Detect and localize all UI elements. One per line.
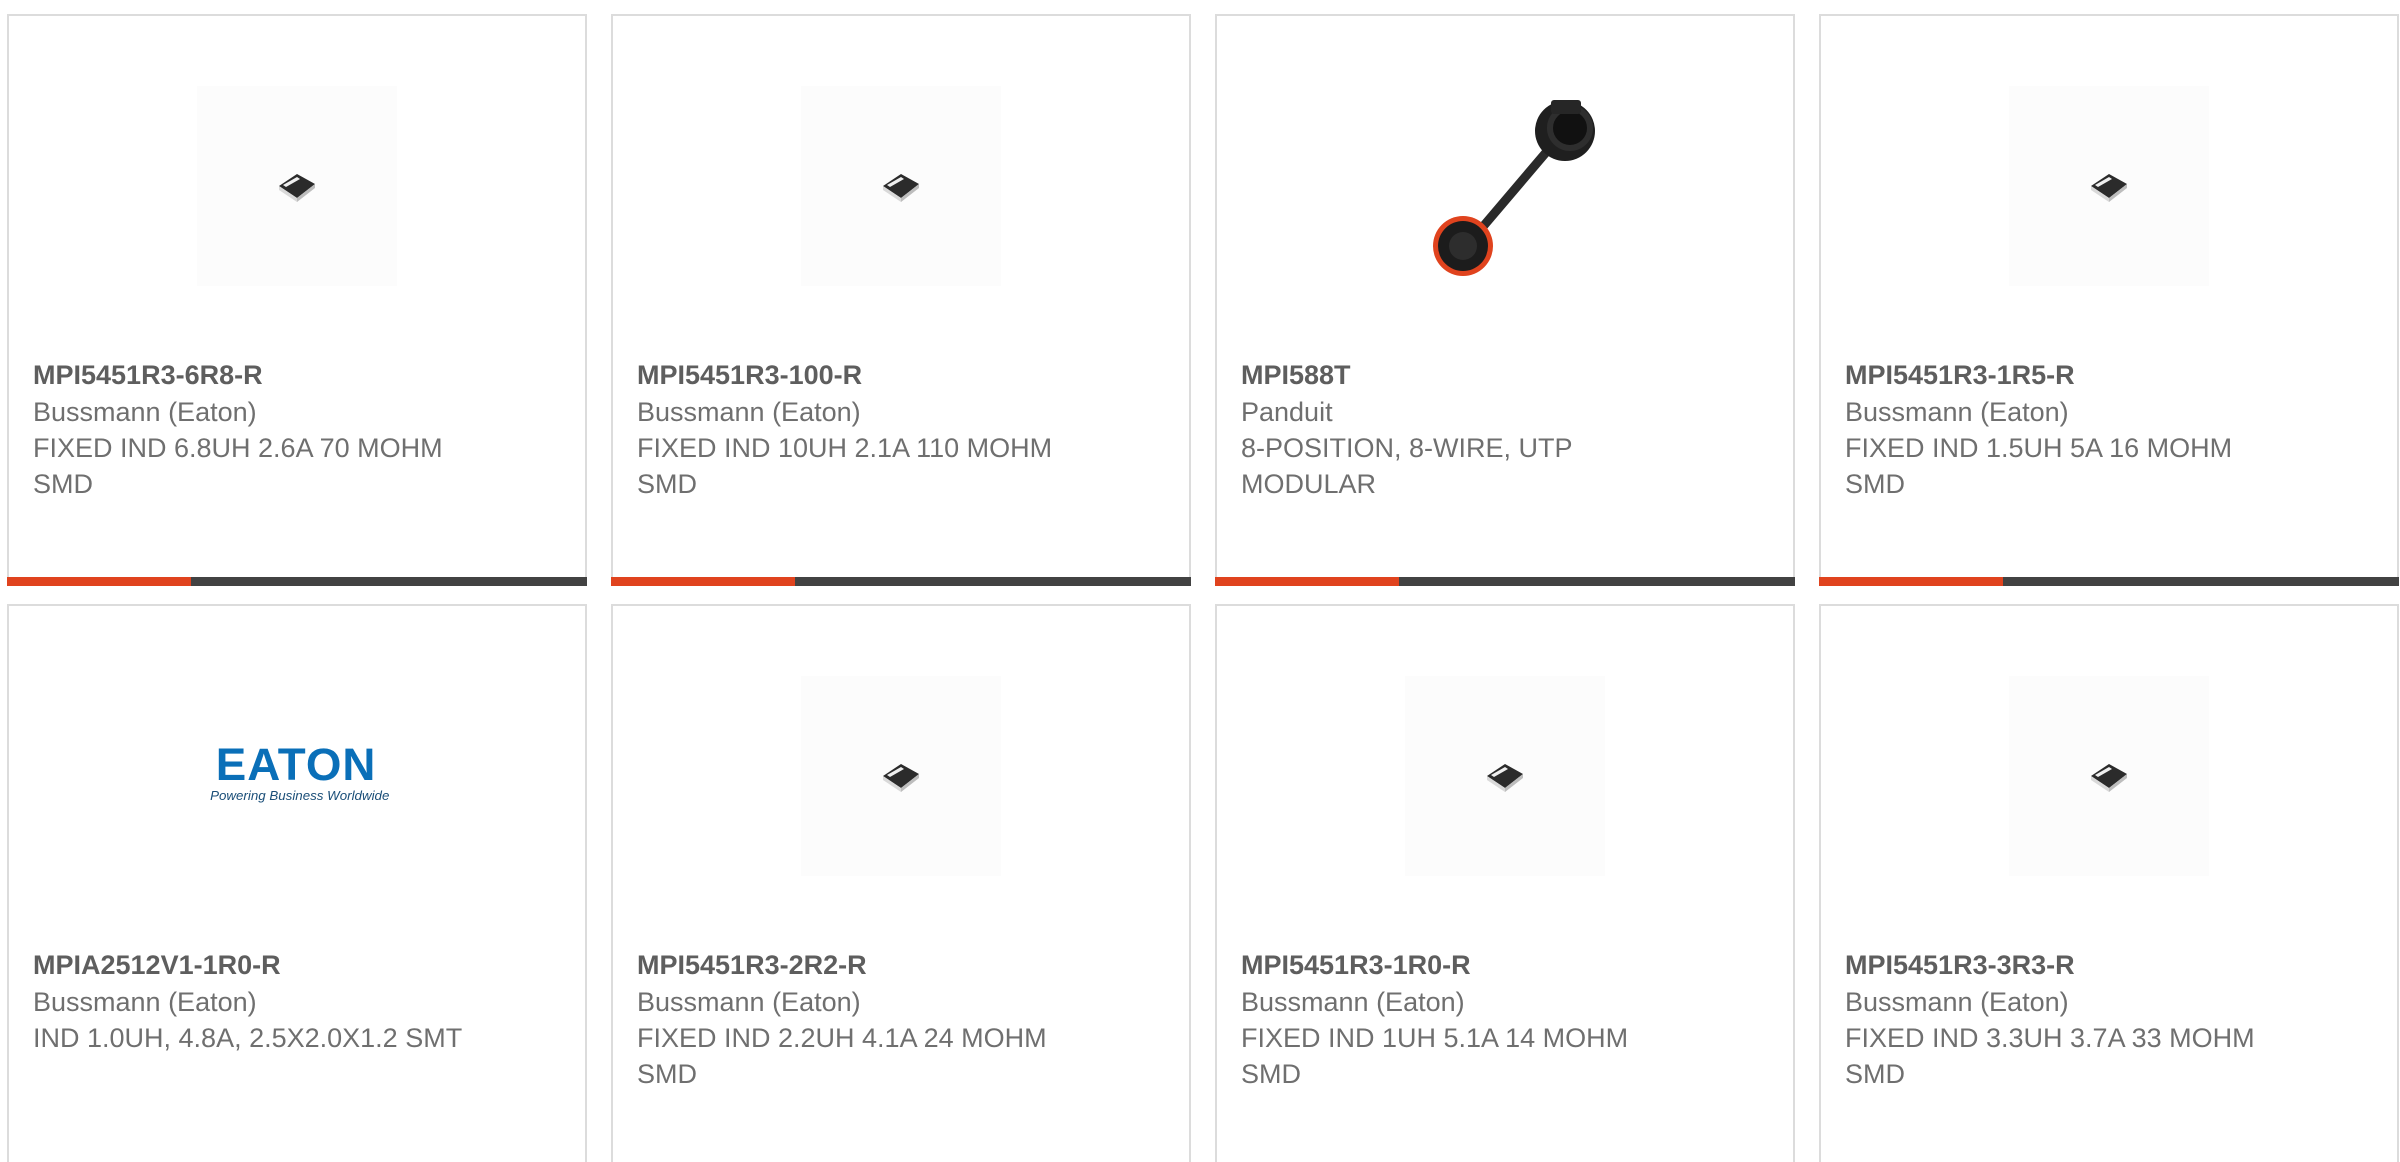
manufacturer: Panduit <box>1241 397 1333 427</box>
product-image[interactable] <box>1405 86 1605 286</box>
product-image[interactable] <box>801 676 1001 876</box>
product-info: MPI5451R3-2R2-R Bussmann (Eaton) FIXED I… <box>637 946 1165 1092</box>
description: FIXED IND 10UH 2.1A 110 MOHM SMD <box>637 433 1053 499</box>
manufacturer: Bussmann (Eaton) <box>1845 987 2069 1017</box>
part-number[interactable]: MPI588T <box>1241 356 1769 394</box>
part-number[interactable]: MPI5451R3-3R3-R <box>1845 946 2373 984</box>
eaton-logo-tagline: Powering Business Worldwide <box>210 788 389 803</box>
eaton-logo-wordmark: EATON <box>216 739 377 790</box>
product-image[interactable] <box>801 86 1001 286</box>
product-info: MPI588T Panduit 8-POSITION, 8-WIRE, UTP … <box>1241 356 1769 502</box>
eaton-logo-icon: EATON Powering Business Worldwide <box>210 739 389 803</box>
product-image[interactable] <box>197 86 397 286</box>
part-number[interactable]: MPI5451R3-1R5-R <box>1845 356 2373 394</box>
smd-inductor-icon <box>2091 764 2127 792</box>
manufacturer: Bussmann (Eaton) <box>637 987 861 1017</box>
product-card[interactable]: MPI588T Panduit 8-POSITION, 8-WIRE, UTP … <box>1215 14 1795 586</box>
product-image[interactable] <box>2009 676 2209 876</box>
manufacturer: Bussmann (Eaton) <box>33 987 257 1017</box>
part-number[interactable]: MPI5451R3-1R0-R <box>1241 946 1769 984</box>
product-image[interactable] <box>2009 86 2209 286</box>
part-number[interactable]: MPI5451R3-2R2-R <box>637 946 1165 984</box>
product-info: MPI5451R3-6R8-R Bussmann (Eaton) FIXED I… <box>33 356 561 502</box>
description: FIXED IND 1UH 5.1A 14 MOHM SMD <box>1241 1023 1629 1089</box>
description: FIXED IND 3.3UH 3.7A 33 MOHM SMD <box>1845 1023 2255 1089</box>
smd-inductor-icon <box>1487 764 1523 792</box>
product-image[interactable]: EATON Powering Business Worldwide <box>197 676 397 876</box>
product-card[interactable]: MPI5451R3-100-R Bussmann (Eaton) FIXED I… <box>611 14 1191 586</box>
description: IND 1.0UH, 4.8A, 2.5X2.0X1.2 SMT <box>33 1023 463 1053</box>
smd-inductor-icon <box>279 174 315 202</box>
manufacturer: Bussmann (Eaton) <box>33 397 257 427</box>
part-number[interactable]: MPI5451R3-6R8-R <box>33 356 561 394</box>
modular-jack-cable-icon <box>1433 100 1595 276</box>
product-image[interactable] <box>1405 676 1605 876</box>
product-info: MPI5451R3-1R0-R Bussmann (Eaton) FIXED I… <box>1241 946 1769 1092</box>
part-number[interactable]: MPI5451R3-100-R <box>637 356 1165 394</box>
product-card[interactable]: MPI5451R3-2R2-R Bussmann (Eaton) FIXED I… <box>611 604 1191 1162</box>
card-accent-bar <box>1215 577 1795 586</box>
product-info: MPI5451R3-1R5-R Bussmann (Eaton) FIXED I… <box>1845 356 2373 502</box>
card-accent-bar <box>1819 577 2399 586</box>
smd-inductor-icon <box>2091 174 2127 202</box>
smd-inductor-icon <box>883 764 919 792</box>
product-info: MPI5451R3-3R3-R Bussmann (Eaton) FIXED I… <box>1845 946 2373 1092</box>
product-card[interactable]: MPI5451R3-1R5-R Bussmann (Eaton) FIXED I… <box>1819 14 2399 586</box>
product-card[interactable]: MPI5451R3-6R8-R Bussmann (Eaton) FIXED I… <box>7 14 587 586</box>
manufacturer: Bussmann (Eaton) <box>637 397 861 427</box>
part-number[interactable]: MPIA2512V1-1R0-R <box>33 946 561 984</box>
product-info: MPIA2512V1-1R0-R Bussmann (Eaton) IND 1.… <box>33 946 561 1056</box>
card-accent-bar <box>611 577 1191 586</box>
description: FIXED IND 6.8UH 2.6A 70 MOHM SMD <box>33 433 443 499</box>
smd-inductor-icon <box>883 174 919 202</box>
description: 8-POSITION, 8-WIRE, UTP MODULAR <box>1241 433 1573 499</box>
card-accent-bar <box>7 577 587 586</box>
manufacturer: Bussmann (Eaton) <box>1241 987 1465 1017</box>
product-card[interactable]: MPI5451R3-3R3-R Bussmann (Eaton) FIXED I… <box>1819 604 2399 1162</box>
description: FIXED IND 1.5UH 5A 16 MOHM SMD <box>1845 433 2233 499</box>
manufacturer: Bussmann (Eaton) <box>1845 397 2069 427</box>
product-info: MPI5451R3-100-R Bussmann (Eaton) FIXED I… <box>637 356 1165 502</box>
product-card[interactable]: EATON Powering Business Worldwide MPIA25… <box>7 604 587 1162</box>
product-grid: MPI5451R3-6R8-R Bussmann (Eaton) FIXED I… <box>0 0 2400 1162</box>
product-card[interactable]: MPI5451R3-1R0-R Bussmann (Eaton) FIXED I… <box>1215 604 1795 1162</box>
description: FIXED IND 2.2UH 4.1A 24 MOHM SMD <box>637 1023 1047 1089</box>
